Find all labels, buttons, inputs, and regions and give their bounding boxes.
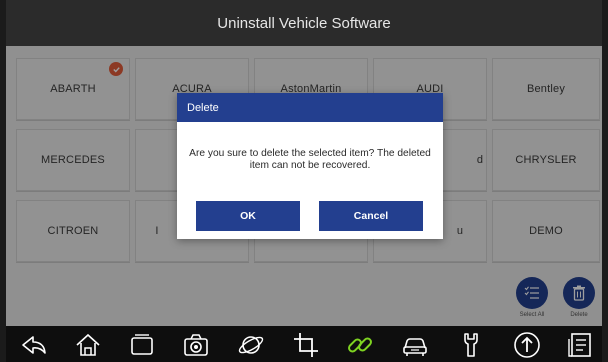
wrench-icon[interactable] bbox=[457, 331, 485, 359]
dialog-title: Delete bbox=[187, 101, 219, 114]
camera-icon[interactable] bbox=[182, 331, 210, 359]
bottom-nav-bar bbox=[6, 326, 602, 362]
dialog-header: Delete bbox=[177, 93, 443, 122]
app-window: Uninstall Vehicle Software ABARTH ACURA … bbox=[6, 0, 602, 362]
dialog-message: Are you sure to delete the selected item… bbox=[189, 148, 431, 171]
recent-apps-icon[interactable] bbox=[128, 331, 156, 359]
home-icon[interactable] bbox=[74, 331, 102, 359]
upload-icon[interactable] bbox=[513, 331, 541, 359]
cancel-button[interactable]: Cancel bbox=[319, 201, 423, 231]
title-bar: Uninstall Vehicle Software bbox=[6, 0, 602, 46]
link-icon[interactable] bbox=[346, 331, 374, 359]
browser-icon[interactable] bbox=[237, 331, 265, 359]
page-title: Uninstall Vehicle Software bbox=[217, 14, 391, 32]
document-icon[interactable] bbox=[566, 331, 594, 359]
delete-dialog: Delete Are you sure to delete the select… bbox=[177, 93, 443, 239]
ok-button[interactable]: OK bbox=[196, 201, 300, 231]
crop-icon[interactable] bbox=[292, 331, 320, 359]
car-icon[interactable] bbox=[401, 331, 429, 359]
back-icon[interactable] bbox=[20, 331, 48, 359]
